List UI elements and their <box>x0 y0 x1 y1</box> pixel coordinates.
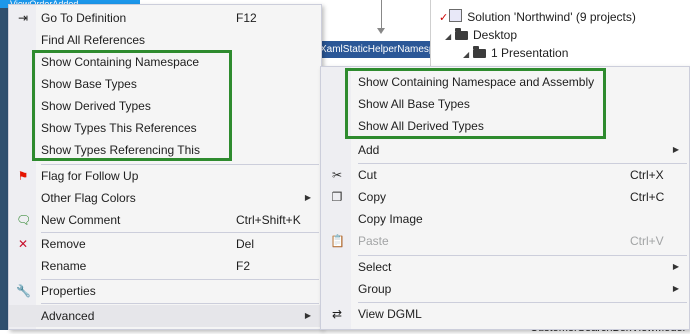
menu-item-label: Copy <box>358 190 387 204</box>
menu-item-copy[interactable]: ❐ Copy Ctrl+C <box>321 186 689 208</box>
menu-item-shortcut: F2 <box>236 259 251 273</box>
scissors-icon: ✂ <box>331 168 343 182</box>
menu-item-select[interactable]: Select ▶ <box>321 256 689 278</box>
menu-item-label: Show All Base Types <box>358 97 470 111</box>
expand-triangle-icon[interactable]: ◢ <box>445 28 455 46</box>
source-control-check-icon: ✓ <box>439 12 449 24</box>
comment-icon: 🗨 <box>16 213 32 227</box>
context-menu: ⇥ Go To Definition F12 Find All Referenc… <box>8 4 322 330</box>
menu-item-label: Show Types This References <box>41 121 197 135</box>
menu-item-group[interactable]: Group ▶ <box>321 278 689 300</box>
menu-item-cut[interactable]: ✂ Cut Ctrl+X <box>321 164 689 186</box>
advanced-submenu: Show Containing Namespace and Assembly S… <box>320 66 690 330</box>
menu-item-shortcut: Ctrl+C <box>630 190 665 204</box>
menu-item-shortcut: Ctrl+V <box>630 234 664 248</box>
menu-item-go-to-definition[interactable]: ⇥ Go To Definition F12 <box>9 7 321 29</box>
menu-item-label: Flag for Follow Up <box>41 169 139 183</box>
menu-item-label: Copy Image <box>358 212 423 226</box>
menu-item-show-containing-namespace-and-assembly[interactable]: Show Containing Namespace and Assembly <box>321 71 689 93</box>
menu-item-shortcut: F12 <box>236 11 257 25</box>
menu-item-show-base-types[interactable]: Show Base Types <box>9 73 321 95</box>
menu-item-label: View DGML <box>358 307 422 321</box>
solution-node[interactable]: ✓ Solution 'Northwind' (9 projects) <box>439 8 636 26</box>
menu-item-show-types-this-references[interactable]: Show Types This References <box>9 117 321 139</box>
submenu-arrow-icon: ▶ <box>304 193 311 202</box>
menu-item-shortcut: Del <box>236 237 255 251</box>
menu-item-paste[interactable]: 📋 Paste Ctrl+V <box>321 230 689 252</box>
menu-item-find-all-references[interactable]: Find All References <box>9 29 321 51</box>
menu-item-label: Show Derived Types <box>41 99 151 113</box>
menu-item-label: Other Flag Colors <box>41 191 136 205</box>
submenu-arrow-icon: ▶ <box>672 262 679 271</box>
menu-item-label: Properties <box>41 284 96 298</box>
menu-item-remove[interactable]: ✕ Remove Del <box>9 233 321 255</box>
flag-icon: ⚑ <box>17 169 29 183</box>
menu-item-label: New Comment <box>41 213 121 227</box>
menu-item-label: Show Containing Namespace and Assembly <box>358 75 595 89</box>
menu-item-label: Group <box>358 282 392 296</box>
diagram-node-xaml-static-helper[interactable]: XamlStaticHelperNamespace <box>320 41 430 58</box>
menu-item-show-types-referencing-this[interactable]: Show Types Referencing This <box>9 139 321 161</box>
menu-item-rename[interactable]: Rename F2 <box>9 255 321 277</box>
presentation-folder-node[interactable]: ◢ 1 Presentation <box>463 44 568 62</box>
menu-item-show-all-base-types[interactable]: Show All Base Types <box>321 93 689 115</box>
menu-item-label: Show Containing Namespace <box>41 55 200 69</box>
project-label: 1 Presentation <box>491 46 569 60</box>
menu-item-shortcut: Ctrl+Shift+K <box>236 213 301 227</box>
menu-item-copy-image[interactable]: Copy Image <box>321 208 689 230</box>
solution-label: Solution 'Northwind' (9 projects) <box>467 10 636 24</box>
solution-explorer: ✓ Solution 'Northwind' (9 projects) ◢ Desk… <box>430 0 690 66</box>
diagram-arrowhead <box>377 28 385 34</box>
menu-item-show-containing-namespace[interactable]: Show Containing Namespace <box>9 51 321 73</box>
diagram-link-line <box>381 0 382 30</box>
menu-item-properties[interactable]: 🔧 Properties <box>9 280 321 302</box>
wrench-icon: 🔧 <box>16 284 31 298</box>
menu-item-label: Paste <box>358 234 389 248</box>
desktop-folder-node[interactable]: ◢ Desktop <box>445 26 517 44</box>
menu-item-view-dgml[interactable]: ⇄ View DGML <box>321 303 689 325</box>
folder-icon <box>455 28 468 40</box>
menu-separator <box>41 303 319 304</box>
menu-item-shortcut: Ctrl+X <box>630 168 664 182</box>
folder-icon <box>473 46 486 58</box>
menu-item-label: Find All References <box>41 33 146 47</box>
menu-item-advanced[interactable]: Advanced ▶ <box>9 305 321 327</box>
menu-item-label: Rename <box>41 259 87 273</box>
menu-item-label: Show All Derived Types <box>358 119 484 133</box>
paste-icon: 📋 <box>330 234 345 248</box>
submenu-arrow-icon: ▶ <box>672 284 679 293</box>
menu-item-label: Cut <box>358 168 377 182</box>
copy-icon: ❐ <box>331 190 343 204</box>
editor-left-strip <box>0 0 8 330</box>
expand-triangle-icon[interactable]: ◢ <box>463 46 473 64</box>
menu-item-other-flag-colors[interactable]: Other Flag Colors ▶ <box>9 187 321 209</box>
menu-item-label: Advanced <box>41 309 95 323</box>
menu-item-label: Select <box>358 260 392 274</box>
menu-item-label: Show Base Types <box>41 77 137 91</box>
menu-item-label: Remove <box>41 237 86 251</box>
submenu-arrow-icon: ▶ <box>672 145 679 154</box>
folder-label: Desktop <box>473 28 518 42</box>
menu-item-flag-for-follow-up[interactable]: ⚑ Flag for Follow Up <box>9 165 321 187</box>
go-to-definition-icon: ⇥ <box>17 11 29 25</box>
menu-item-label: Add <box>358 143 380 157</box>
menu-item-label: Show Types Referencing This <box>41 143 200 157</box>
menu-item-show-derived-types[interactable]: Show Derived Types <box>9 95 321 117</box>
menu-item-label: Go To Definition <box>41 11 127 25</box>
menu-item-show-all-derived-types[interactable]: Show All Derived Types <box>321 115 689 137</box>
submenu-arrow-icon: ▶ <box>304 311 311 320</box>
menu-item-new-comment[interactable]: 🗨 New Comment Ctrl+Shift+K <box>9 209 321 231</box>
menu-item-add[interactable]: Add ▶ <box>321 139 689 161</box>
dgml-icon: ⇄ <box>331 307 343 321</box>
solution-icon <box>449 9 463 22</box>
remove-icon: ✕ <box>17 237 29 251</box>
